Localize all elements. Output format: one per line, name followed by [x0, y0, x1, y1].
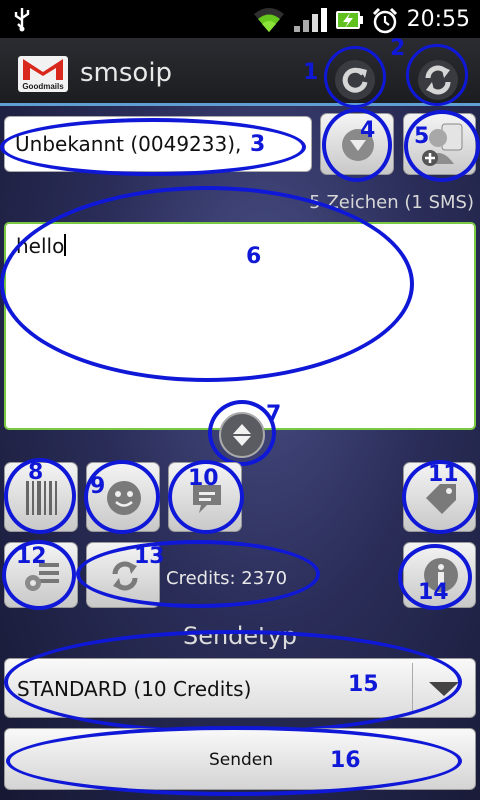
annotation-label-12: 12 [16, 544, 47, 569]
annotation-ellipse-13 [76, 540, 320, 608]
status-time: 20:55 [406, 7, 470, 32]
wifi-icon [250, 6, 288, 38]
app-title: smsoip [80, 58, 173, 88]
annotation-label-2: 2 [390, 36, 406, 61]
annotation-label-6: 6 [246, 244, 262, 269]
battery-charging-icon [334, 6, 364, 38]
annotation-ellipse-4 [322, 108, 392, 182]
annotation-label-7: 7 [266, 402, 282, 427]
app-logo: Goodmails [18, 56, 68, 92]
annotation-label-13: 13 [134, 544, 165, 569]
annotation-label-10: 10 [188, 466, 219, 491]
annotation-label-9: 9 [90, 474, 106, 499]
annotation-label-3: 3 [250, 132, 266, 157]
annotation-ellipse-15 [4, 630, 462, 734]
status-bar: 20:55 [0, 0, 480, 38]
annotation-ellipse-16 [6, 726, 462, 796]
annotation-label-1: 1 [303, 60, 319, 85]
annotation-label-5: 5 [414, 124, 430, 149]
annotation-label-15: 15 [348, 672, 379, 697]
usb-icon [12, 6, 32, 36]
annotation-label-8: 8 [28, 460, 44, 485]
annotation-label-14: 14 [418, 580, 449, 605]
alarm-icon [370, 6, 400, 40]
signal-icon [292, 6, 332, 38]
annotation-label-16: 16 [330, 748, 361, 773]
annotation-ellipse-6 [0, 186, 414, 382]
annotation-label-11: 11 [428, 462, 459, 487]
sync-button[interactable] [406, 44, 468, 106]
refresh-button[interactable] [324, 46, 386, 108]
annotation-label-4: 4 [360, 118, 376, 143]
